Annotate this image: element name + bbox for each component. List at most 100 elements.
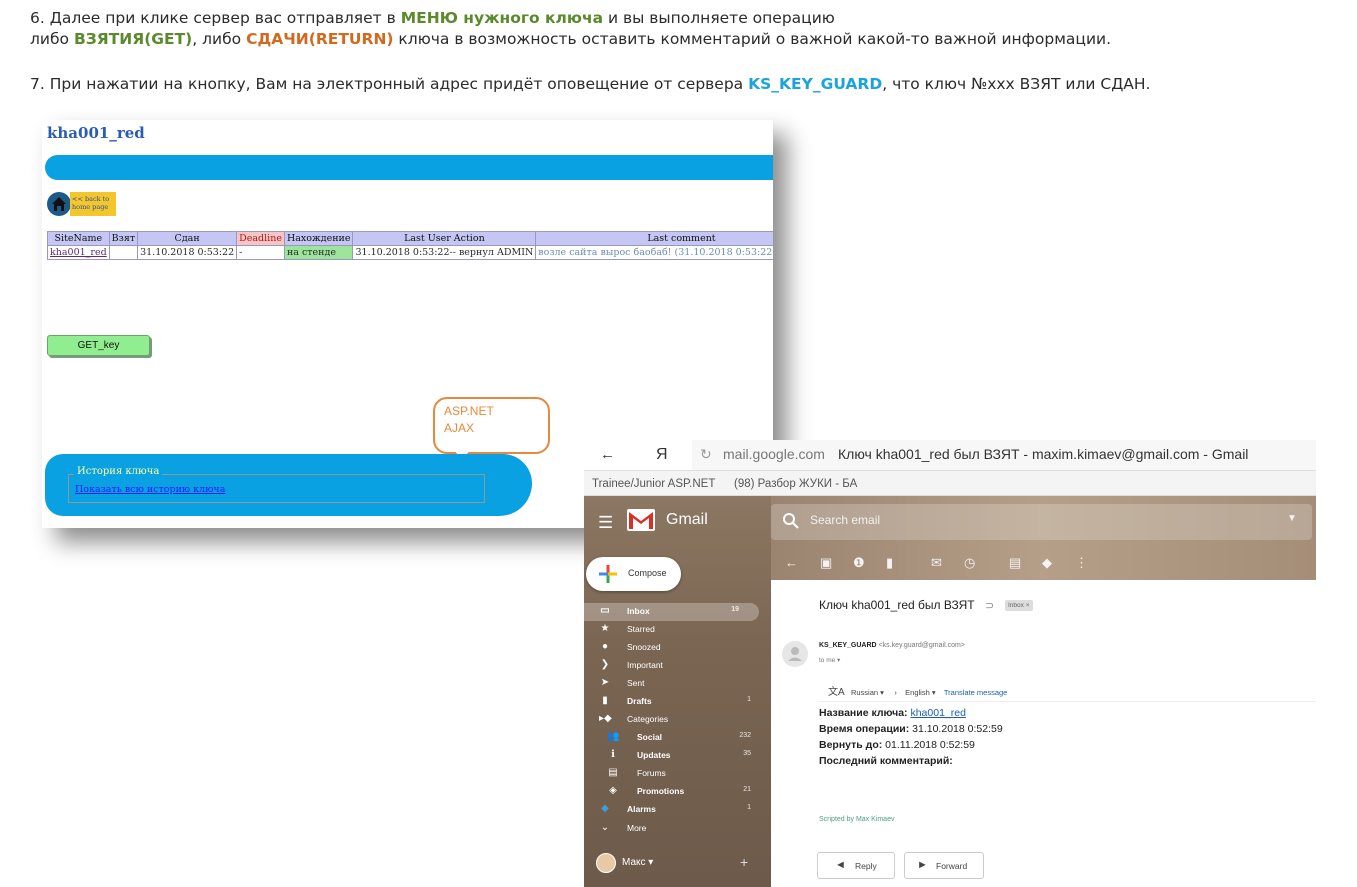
location-cell: на стенде (283, 245, 354, 260)
home-icon[interactable] (47, 192, 71, 216)
compose-plus-icon (599, 565, 617, 583)
nav-label: Forums (637, 768, 666, 778)
address-domain: mail.google.com (723, 446, 825, 462)
important-marker-icon[interactable]: ⊃ (985, 599, 994, 612)
show-history-link[interactable]: Показать всю историю ключа (75, 484, 225, 495)
sidebar-item-important[interactable]: ❯ Important (584, 657, 771, 675)
search-options-icon[interactable]: ▼ (1287, 513, 1297, 524)
user-name[interactable]: Макс ▾ (622, 857, 653, 868)
sidebar-item-updates[interactable]: ℹ Updates 35 (584, 747, 771, 765)
forward-button[interactable]: ► Forward (904, 852, 984, 879)
delete-icon[interactable]: ▮ (886, 555, 893, 571)
compose-button[interactable]: Compose (586, 557, 681, 591)
nav-label: Promotions (637, 786, 685, 796)
key-name-link[interactable]: kha001_red (910, 707, 965, 719)
nav-count: 232 (739, 732, 751, 739)
email-footer: Scripted by Max Kimaev (819, 816, 895, 823)
nav-label: Drafts (627, 696, 652, 706)
more-options-icon[interactable]: ⋮ (1075, 555, 1088, 571)
get-highlight: ВЗЯТИЯ(GET) (73, 30, 193, 48)
sidebar-item-inbox[interactable]: ▭ Inbox 19 (584, 603, 759, 621)
nav-label: Alarms (627, 804, 656, 814)
operation-time-value: 31.10.2018 0:52:59 (912, 723, 1003, 735)
avatar[interactable] (596, 853, 616, 873)
last-comment-label: Последний комментарий: (819, 755, 953, 767)
sidebar-item-more[interactable]: ⌄ More (584, 820, 771, 838)
archive-icon[interactable]: ▣ (820, 555, 832, 571)
header-returned: Сдан (137, 231, 238, 246)
step6-text-d: , либо (192, 30, 247, 48)
sidebar-item-sent[interactable]: ➤ Sent (584, 675, 771, 693)
snooze-icon[interactable]: ◷ (964, 555, 975, 571)
bookmark-item[interactable]: (98) Разбор ЖУКИ - БА (734, 478, 857, 490)
back-icon[interactable]: ← (785, 555, 798, 570)
site-link[interactable]: kha001_red (47, 245, 110, 260)
browser-logo-icon: Я (656, 446, 668, 463)
info-icon: ℹ (611, 749, 615, 760)
important-icon: ❯ (600, 659, 610, 670)
star-icon: ★ (600, 623, 610, 634)
target-language-select[interactable]: English ▾ (905, 688, 935, 697)
sender-name: KS_KEY_GUARD (819, 642, 877, 649)
sidebar-item-drafts[interactable]: ▮ Drafts 1 (584, 693, 771, 711)
source-language-select[interactable]: Russian ▾ (851, 688, 884, 697)
translate-bar: 文A Russian ▾ › English ▾ Translate messa… (828, 683, 1007, 698)
return-by-value: 01.11.2018 0:52:59 (885, 739, 975, 751)
recipient-details[interactable]: to me ▾ (819, 656, 840, 664)
history-legend: История ключа (74, 466, 163, 477)
menu-icon[interactable]: ☰ (598, 513, 613, 533)
mark-unread-icon[interactable]: ✉ (931, 555, 942, 571)
sidebar-item-forums[interactable]: ▤ Forums (584, 765, 771, 783)
sidebar-item-categories[interactable]: ▸◆ Categories (584, 711, 771, 729)
add-contact-icon[interactable]: + (740, 854, 748, 870)
header-last-comment: Last comment (535, 231, 773, 246)
reply-button[interactable]: ◄ Reply (817, 852, 895, 879)
step6-text-e: ключа в возможность оставить комментарий… (393, 30, 1112, 48)
header-location: Нахождение (283, 231, 354, 246)
back-to-home-button[interactable]: << back to home page (70, 192, 116, 216)
return-by-label: Вернуть до: (819, 739, 883, 751)
sidebar-item-alarms[interactable]: ◆ Alarms 1 (584, 801, 771, 819)
move-to-icon[interactable]: ▤ (1009, 555, 1021, 571)
source-language: Russian (850, 688, 879, 697)
inbox-label-badge[interactable]: Inbox × (1005, 600, 1033, 611)
key-name-line: Название ключа: kha001_red (819, 707, 966, 719)
asp-net-ajax-callout: ASP.NET AJAX (433, 397, 550, 454)
nav-label: More (627, 823, 647, 833)
nav-count: 1 (747, 696, 751, 703)
page-title: Ключ kha001_red был ВЗЯТ - maxim.kimaev@… (838, 446, 1249, 462)
search-icon[interactable] (782, 512, 800, 530)
last-action-cell: 31.10.2018 0:53:22-- вернул ADMIN (352, 245, 537, 260)
nav-count: 1 (747, 804, 751, 811)
header-taken: Взят (108, 231, 139, 246)
sidebar-item-starred[interactable]: ★ Starred (584, 621, 771, 639)
header-last-action: Last User Action (352, 231, 537, 246)
sidebar-item-promotions[interactable]: ◈ Promotions 21 (584, 783, 771, 801)
nav-label: Starred (627, 624, 655, 634)
reload-icon[interactable]: ↻ (700, 446, 712, 463)
back-arrow-icon[interactable]: ← (600, 446, 615, 463)
translate-message-link[interactable]: Translate message (944, 688, 1008, 697)
user-name-label: Макс (622, 857, 646, 868)
header-bar (45, 155, 773, 180)
gmail-logo-icon (627, 509, 655, 531)
get-key-button[interactable]: GET_key (47, 335, 150, 356)
divider (819, 701, 1316, 702)
nav-label: Social (637, 732, 663, 742)
last-comment-cell: возле сайта вырос баобаб! (31.10.2018 0:… (535, 245, 773, 260)
operation-time-line: Время операции: 31.10.2018 0:52:59 (819, 723, 1003, 735)
step-7-text: 7. При нажатии на кнопку, Вам на электро… (30, 74, 1151, 95)
forum-icon: ▤ (608, 767, 618, 778)
report-spam-icon[interactable]: ❶ (853, 555, 865, 571)
bookmark-item[interactable]: Trainee/Junior ASP.NET (592, 478, 715, 490)
sender-email: <ks.key.guard@gmail.com> (878, 642, 965, 649)
returned-cell: 31.10.2018 0:53:22 (137, 245, 238, 260)
key-page-title: kha001_red (47, 124, 145, 142)
gmail-brand: Gmail (666, 511, 708, 528)
sidebar-item-social[interactable]: 👥 Social 232 (584, 729, 771, 747)
inbox-icon: ▭ (600, 605, 610, 616)
sidebar-item-snoozed[interactable]: ● Snoozed (584, 639, 771, 657)
labels-icon[interactable]: ◆ (1042, 555, 1052, 571)
callout-line-1: ASP.NET (444, 404, 494, 418)
header-deadline: Deadline (236, 231, 285, 246)
